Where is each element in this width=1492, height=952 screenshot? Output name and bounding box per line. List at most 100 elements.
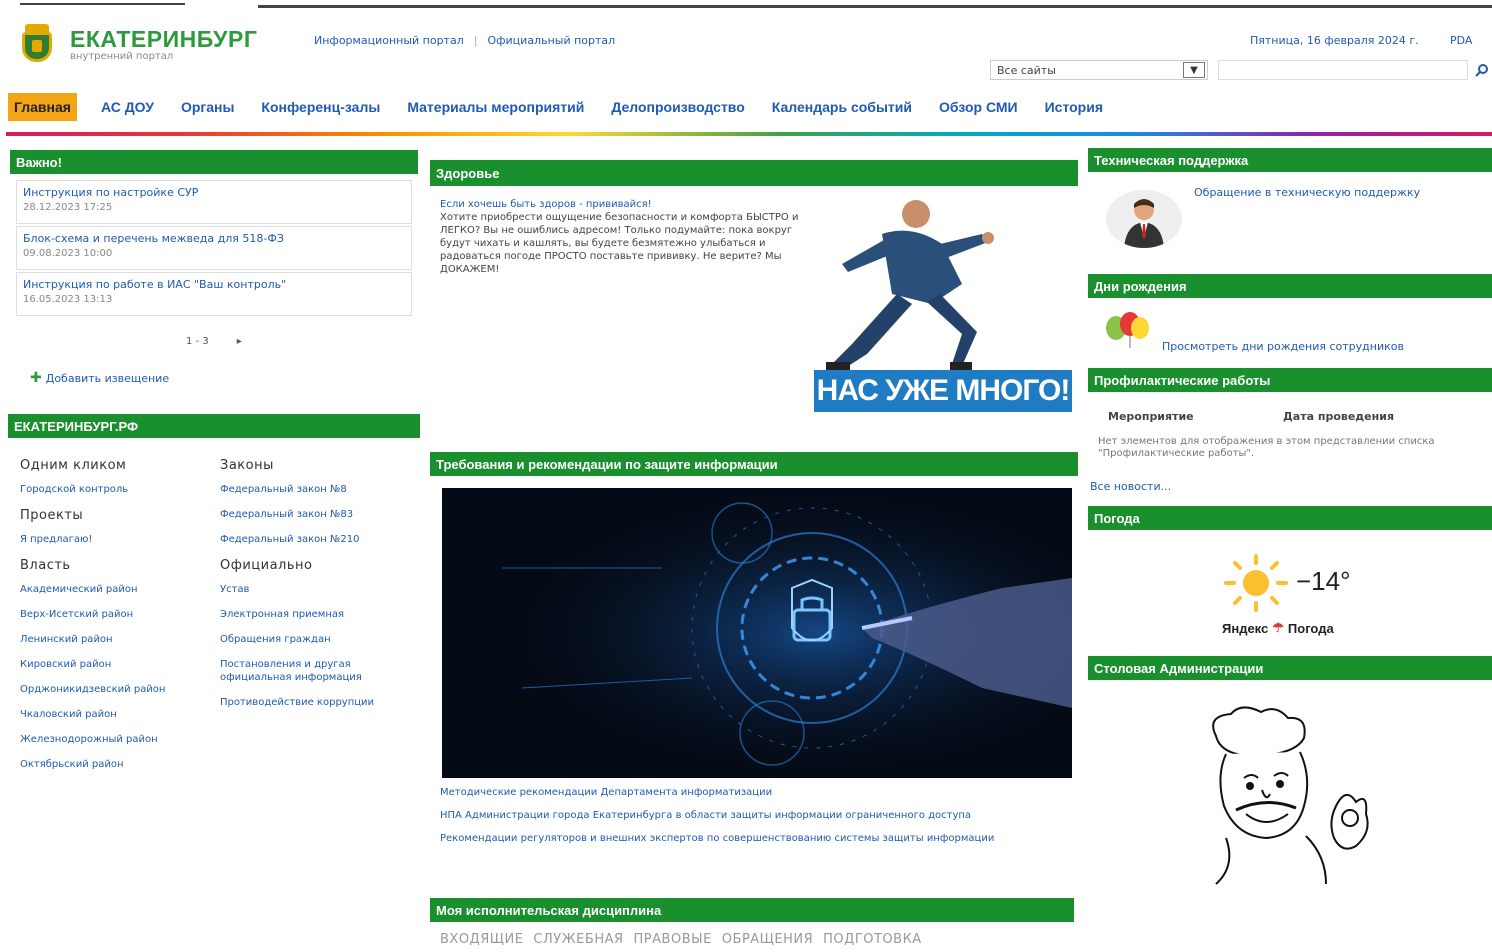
security-links: Методические рекомендации Департамента и… <box>440 786 1040 855</box>
list-item: Инструкция по настройке СУР 28.12.2023 1… <box>16 180 412 224</box>
district-link[interactable]: Верх-Исетский район <box>20 608 210 621</box>
weather-temperature: −14° <box>1296 566 1351 596</box>
notice-date: 09.08.2023 10:00 <box>23 248 113 259</box>
i-propose-link[interactable]: Я предлагаю! <box>20 533 210 546</box>
tab-incoming[interactable]: ВХОДЯЩИЕ <box>440 932 523 947</box>
e-reception-link[interactable]: Электронная приемная <box>220 608 420 621</box>
important-list: Инструкция по настройке СУР 28.12.2023 1… <box>16 180 412 318</box>
maintenance-header: Профилактические работы <box>1088 368 1492 392</box>
group-heading: Проекты <box>20 508 84 523</box>
yandex-weather-link[interactable]: Яндекс ☂ Погода <box>1222 620 1334 636</box>
security-link[interactable]: Методические рекомендации Департамента и… <box>440 786 1040 799</box>
support-request-link[interactable]: Обращение в техническую поддержку <box>1194 186 1420 199</box>
tab-appeals[interactable]: ОБРАЩЕНИЯ <box>722 932 813 947</box>
ekb-rf-col-2: Законы Федеральный закон №8 Федеральный … <box>220 452 420 721</box>
notice-title[interactable]: Инструкция по работе в ИАС "Ваш контроль… <box>23 277 405 292</box>
logo-title: ЕКАТЕРИНБУРГ <box>70 26 258 52</box>
main-nav: Главная АС ДОУ Органы Конференц-залы Мат… <box>8 92 1130 122</box>
maintenance-empty-text: Нет элементов для отображения в этом пре… <box>1098 436 1435 459</box>
add-notice-label: Добавить извещение <box>45 371 170 385</box>
security-link[interactable]: НПА Администрации города Екатеринбурга в… <box>440 809 1040 822</box>
notice-title[interactable]: Блок-схема и перечень межведа для 518-ФЗ <box>23 231 405 246</box>
tab-internal[interactable]: СЛУЖЕБНАЯ <box>533 932 623 947</box>
district-link[interactable]: Октябрьский район <box>20 758 210 771</box>
info-portal-link[interactable]: Информационный портал <box>314 34 464 47</box>
sun-icon <box>1220 552 1292 614</box>
nav-as-dou[interactable]: АС ДОУ <box>101 99 154 115</box>
col-event[interactable]: Мероприятие <box>1108 410 1283 423</box>
nav-records[interactable]: Делопроизводство <box>611 99 744 115</box>
add-notice-link[interactable]: ✚ Добавить извещение <box>30 370 169 386</box>
site-scope-value: Все сайты <box>997 63 1056 77</box>
site-logo[interactable]: ЕКАТЕРИНБУРГ внутренний портал <box>14 24 257 66</box>
district-link[interactable]: Железнодорожный район <box>20 733 210 746</box>
district-link[interactable]: Чкаловский район <box>20 708 210 721</box>
search-icon[interactable] <box>1474 60 1490 80</box>
birthdays-header: Дни рождения <box>1088 274 1492 298</box>
maintenance-table-header: Мероприятие Дата проведения <box>1108 410 1458 423</box>
official-portal-link[interactable]: Официальный портал <box>487 34 615 47</box>
chevron-down-icon[interactable]: ▼ <box>1183 62 1205 78</box>
support-header: Техническая поддержка <box>1088 148 1492 172</box>
security-header: Требования и рекомендации по защите инфо… <box>430 452 1078 476</box>
balloons-icon <box>1100 308 1156 348</box>
pda-link[interactable]: PDA <box>1450 34 1472 47</box>
district-link[interactable]: Орджоникидзевский район <box>20 683 210 696</box>
rainbow-divider <box>6 132 1492 136</box>
tab-legal[interactable]: ПРАВОВЫЕ <box>634 932 712 947</box>
weather-source-brand: Яндекс <box>1222 620 1269 636</box>
discipline-tabs: ВХОДЯЩИЕ СЛУЖЕБНАЯ ПРАВОВЫЕ ОБРАЩЕНИЯ ПО… <box>440 932 922 947</box>
site-scope-select[interactable]: Все сайты ▼ <box>990 60 1208 80</box>
umbrella-icon: ☂ <box>1272 620 1284 635</box>
pager-next-icon[interactable]: ▸ <box>237 336 242 347</box>
header-separator: | <box>473 34 478 47</box>
nav-event-materials[interactable]: Материалы мероприятий <box>407 99 584 115</box>
ekb-rf-header: ЕКАТЕРИНБУРГ.РФ <box>8 414 420 438</box>
chef-image[interactable] <box>1196 706 1386 888</box>
security-link[interactable]: Рекомендации регуляторов и внешних экспе… <box>440 832 1040 845</box>
district-link[interactable]: Академический район <box>20 583 210 596</box>
pager-range: 1 - 3 <box>186 336 209 347</box>
nav-calendar[interactable]: Календарь событий <box>772 99 912 115</box>
district-link[interactable]: Ленинский район <box>20 633 210 646</box>
district-link[interactable]: Кировский район <box>20 658 210 671</box>
important-header: Важно! <box>10 150 418 174</box>
nav-organs[interactable]: Органы <box>181 99 234 115</box>
pager: 1 - 3 ▸ <box>186 336 242 347</box>
notice-title[interactable]: Инструкция по настройке СУР <box>23 185 405 200</box>
health-banner: НАС УЖЕ МНОГО! <box>814 370 1072 412</box>
search-input[interactable] <box>1218 60 1468 80</box>
weather-header: Погода <box>1088 506 1492 530</box>
health-article: Если хочешь быть здоров - прививайся! Хо… <box>440 198 808 276</box>
law-link[interactable]: Федеральный закон №83 <box>220 508 420 521</box>
cyber-security-image <box>442 488 1072 778</box>
tab-preparation[interactable]: ПОДГОТОВКА <box>823 932 922 947</box>
charter-link[interactable]: Устав <box>220 583 420 596</box>
group-heading: Одним кликом <box>20 458 127 473</box>
current-date: Пятница, 16 февраля 2024 г. <box>1250 34 1419 47</box>
anti-corruption-link[interactable]: Противодействие коррупции <box>220 696 420 709</box>
col-date[interactable]: Дата проведения <box>1283 410 1394 423</box>
group-heading: Законы <box>220 458 274 473</box>
header-links: Информационный портал | Официальный порт… <box>314 34 615 47</box>
nav-history[interactable]: История <box>1045 99 1103 115</box>
appeals-link[interactable]: Обращения граждан <box>220 633 420 646</box>
canteen-header: Столовая Администрации <box>1088 656 1492 680</box>
law-link[interactable]: Федеральный закон №210 <box>220 533 420 546</box>
logo-subtitle: внутренний портал <box>70 51 174 62</box>
birthdays-link[interactable]: Просмотреть дни рождения сотрудников <box>1162 340 1404 353</box>
nav-conference-rooms[interactable]: Конференц-залы <box>261 99 380 115</box>
resolutions-link[interactable]: Постановления и другая официальная инфор… <box>220 658 420 684</box>
city-control-link[interactable]: Городской контроль <box>20 483 210 496</box>
notice-date: 16.05.2023 13:13 <box>23 294 113 305</box>
coat-of-arms-icon <box>14 24 60 66</box>
health-lead-link[interactable]: Если хочешь быть здоров - прививайся! <box>440 198 808 211</box>
nav-home[interactable]: Главная <box>8 93 77 121</box>
group-heading: Официально <box>220 558 313 573</box>
law-link[interactable]: Федеральный закон №8 <box>220 483 420 496</box>
plus-icon: ✚ <box>30 370 42 386</box>
nav-media-review[interactable]: Обзор СМИ <box>939 99 1018 115</box>
list-item: Блок-схема и перечень межведа для 518-ФЗ… <box>16 226 412 270</box>
support-avatar <box>1106 190 1182 248</box>
all-news-link[interactable]: Все новости... <box>1090 480 1171 493</box>
